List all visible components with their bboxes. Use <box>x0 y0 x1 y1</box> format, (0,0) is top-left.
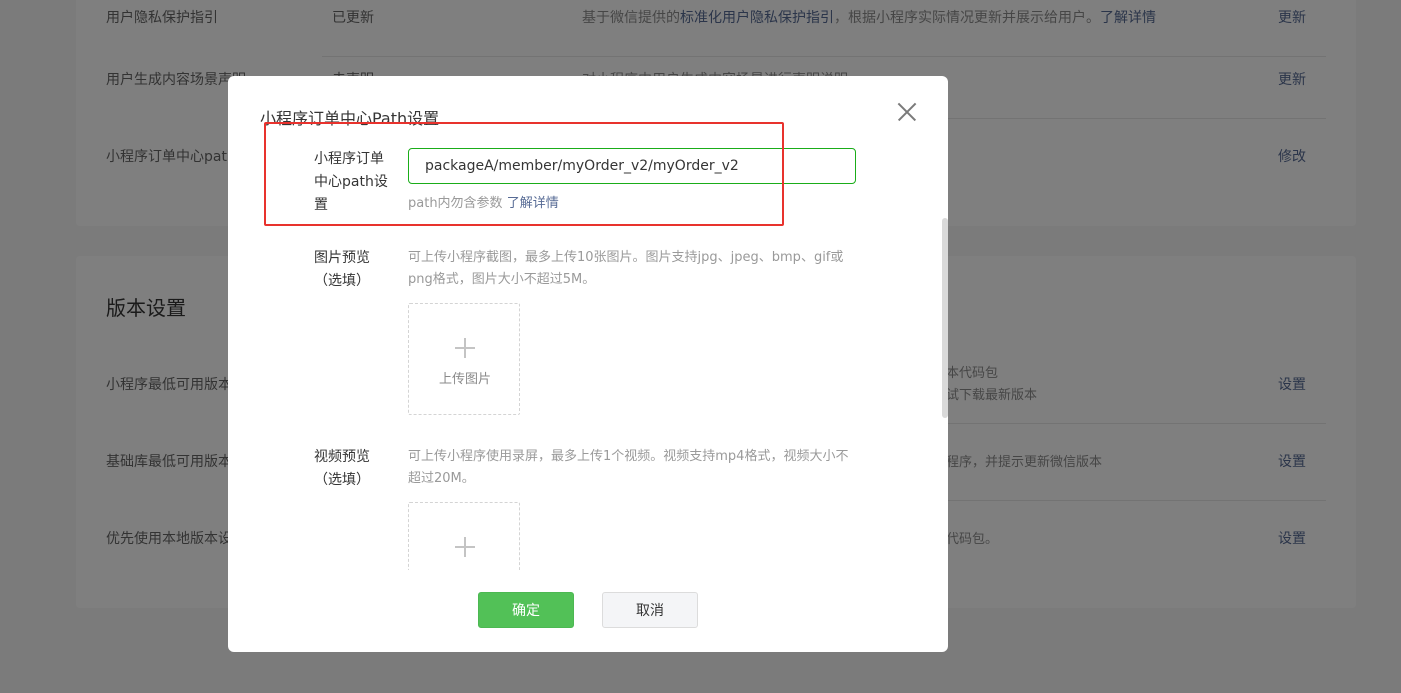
video-preview-control: 可上传小程序使用录屏，最多上传1个视频。视频支持mp4格式，视频大小不超过20M… <box>408 446 856 570</box>
path-field-control: path内勿含参数 了解详情 <box>408 148 856 214</box>
plus-icon <box>455 338 475 358</box>
hint-text: path内勿含参数 <box>408 196 503 211</box>
image-upload-tip: 可上传小程序截图，最多上传10张图片。图片支持jpg、jpeg、bmp、gif或… <box>408 250 844 287</box>
learn-more-link[interactable]: 了解详情 <box>507 196 559 211</box>
video-upload-tip: 可上传小程序使用录屏，最多上传1个视频。视频支持mp4格式，视频大小不超过20M… <box>408 449 849 486</box>
scrollbar[interactable] <box>942 218 948 418</box>
plus-icon <box>455 537 475 557</box>
upload-image-button[interactable]: 上传图片 <box>408 303 520 415</box>
path-input[interactable] <box>408 148 856 184</box>
path-field-label: 小程序订单中心path设置 <box>314 151 388 213</box>
path-hint: path内勿含参数 了解详情 <box>408 194 856 214</box>
order-center-path-dialog: 小程序订单中心Path设置 小程序订单中心path设置 path内勿含参数 了解… <box>228 76 948 652</box>
image-preview-control: 可上传小程序截图，最多上传10张图片。图片支持jpg、jpeg、bmp、gif或… <box>408 247 856 415</box>
cancel-button[interactable]: 取消 <box>602 592 698 628</box>
close-icon[interactable] <box>894 100 918 124</box>
image-preview-label: 图片预览（选填） <box>314 250 370 289</box>
confirm-button[interactable]: 确定 <box>478 592 574 628</box>
upload-image-label: 上传图片 <box>438 372 491 387</box>
dialog-body: 小程序订单中心path设置 path内勿含参数 了解详情 图片预览（选填） 可上… <box>228 146 948 570</box>
upload-video-button[interactable] <box>408 502 520 570</box>
video-preview-label: 视频预览（选填） <box>314 449 370 488</box>
dialog-title: 小程序订单中心Path设置 <box>260 109 440 128</box>
dialog-footer: 确定 取消 <box>228 570 948 652</box>
